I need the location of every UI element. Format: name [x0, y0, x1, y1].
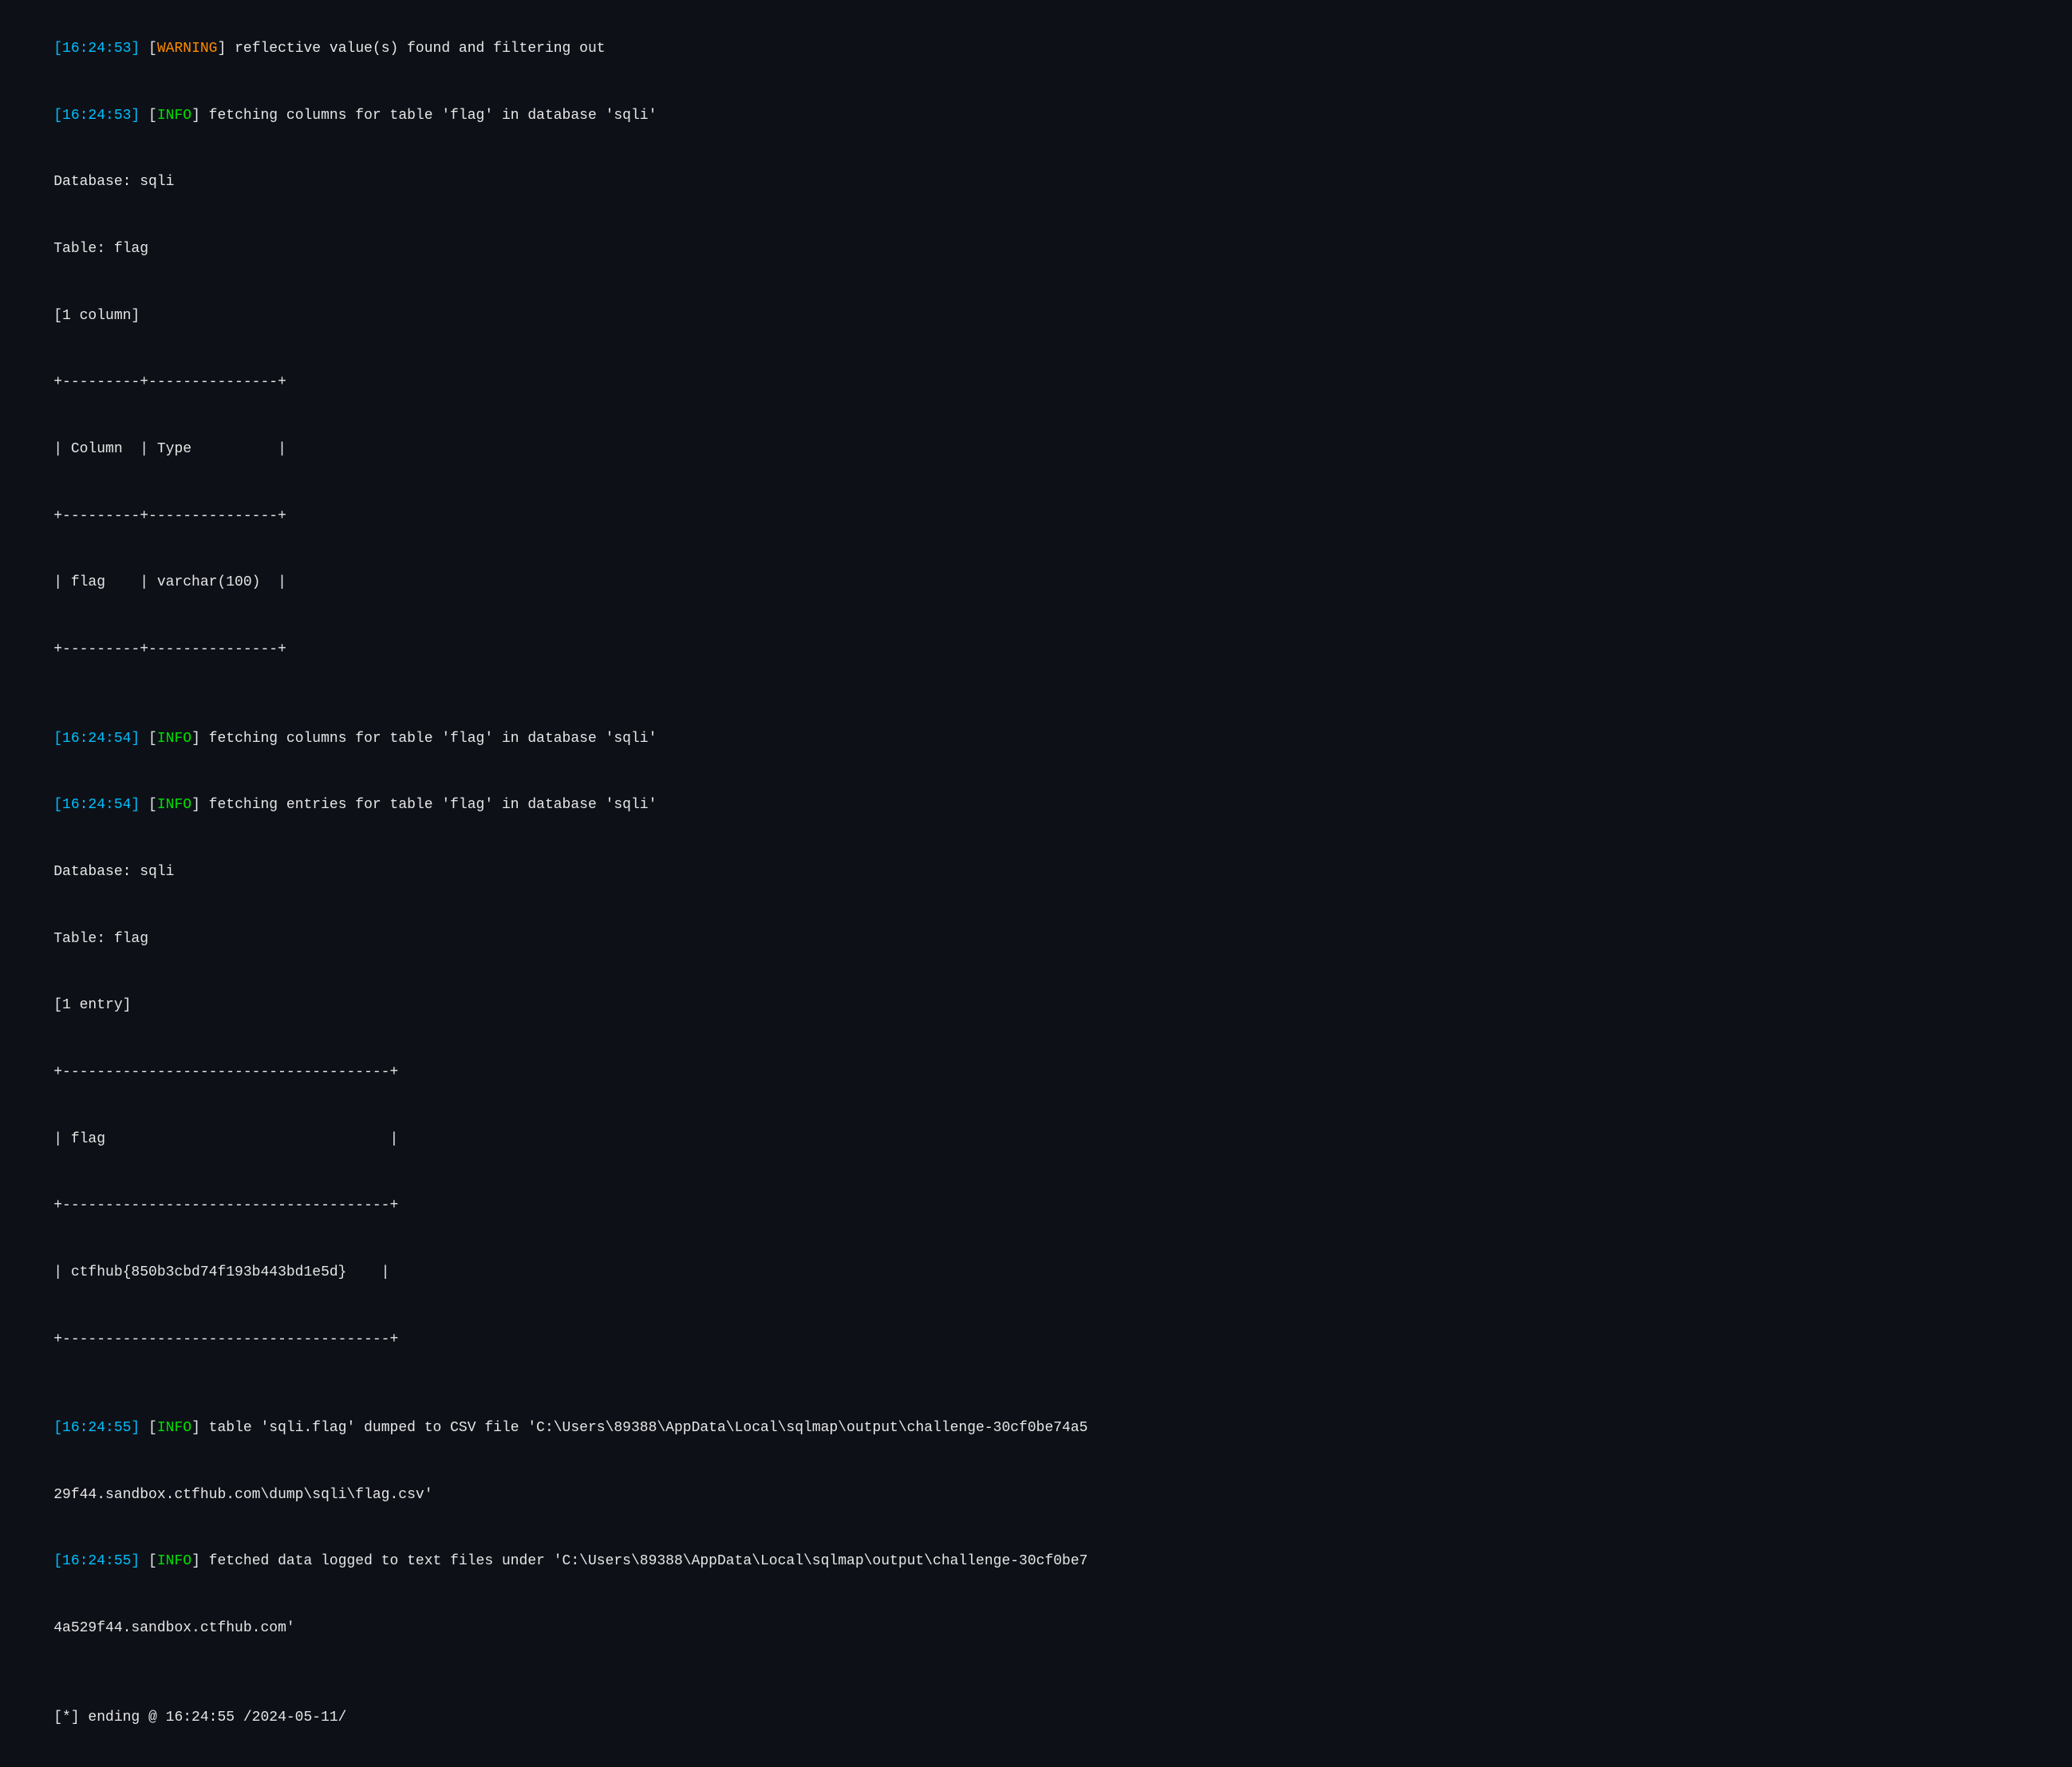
line-13: Database: sqli — [19, 839, 2053, 906]
text2-border-3: +--------------------------------------+ — [53, 1331, 398, 1347]
text2-row-1: | ctfhub{850b3cbd74f193b443bd1e5d} | — [53, 1264, 389, 1280]
text-border-3: +---------+---------------+ — [53, 641, 286, 657]
text-row-1: | flag | varchar(100) | — [53, 574, 286, 590]
table2-row-1: | ctfhub{850b3cbd74f193b443bd1e5d} | — [19, 1240, 2053, 1307]
text-22b: ] fetched data logged to text files unde… — [191, 1553, 1087, 1569]
level-info-11: INFO — [157, 731, 191, 747]
text-1a: [ — [140, 41, 157, 57]
text-14: Table: flag — [53, 931, 148, 947]
table-border-2: +---------+---------------+ — [19, 483, 2053, 550]
text-1b: ] reflective value(s) found and filterin… — [217, 41, 605, 57]
table-border-1: +---------+---------------+ — [19, 349, 2053, 416]
line-5: [1 column] — [19, 283, 2053, 350]
line-11: [16:24:54] [INFO] fetching columns for t… — [19, 706, 2053, 773]
table-row-1: | flag | varchar(100) | — [19, 550, 2053, 617]
line-21: [16:24:55] [INFO] table 'sqli.flag' dump… — [19, 1395, 2053, 1462]
level-info-2: INFO — [157, 108, 191, 124]
line-23: [*] ending @ 16:24:55 /2024-05-11/ — [19, 1685, 2053, 1752]
line-4: Table: flag — [19, 216, 2053, 283]
text-border-2: +---------+---------------+ — [53, 508, 286, 524]
text-star: [*] ending @ 16:24:55 /2024-05-11/ — [53, 1710, 346, 1726]
text2-border-2: +--------------------------------------+ — [53, 1197, 398, 1213]
text-11b: ] fetching columns for table 'flag' in d… — [191, 731, 657, 747]
timestamp-12: [16:24:54] — [53, 797, 140, 813]
text-22c: 4a529f44.sandbox.ctfhub.com' — [53, 1620, 294, 1636]
line-22-cont: 4a529f44.sandbox.ctfhub.com' — [19, 1595, 2053, 1662]
line-2: [16:24:53] [INFO] fetching columns for t… — [19, 83, 2053, 150]
table2-border-3: +--------------------------------------+ — [19, 1307, 2053, 1374]
level-info-12: INFO — [157, 797, 191, 813]
level-info-21: INFO — [157, 1420, 191, 1436]
line-14: Table: flag — [19, 906, 2053, 973]
text-11a: [ — [140, 731, 157, 747]
text-21c: 29f44.sandbox.ctfhub.com\dump\sqli\flag.… — [53, 1487, 432, 1503]
table2-border-2: +--------------------------------------+ — [19, 1173, 2053, 1240]
text-13: Database: sqli — [53, 864, 174, 880]
text-5: [1 column] — [53, 308, 140, 324]
timestamp-21: [16:24:55] — [53, 1420, 140, 1436]
timestamp-1: [16:24:53] — [53, 41, 140, 57]
text-12b: ] fetching entries for table 'flag' in d… — [191, 797, 657, 813]
text-4: Table: flag — [53, 241, 148, 257]
level-info-22: INFO — [157, 1553, 191, 1569]
text-15: [1 entry] — [53, 997, 131, 1013]
table2-border-1: +--------------------------------------+ — [19, 1039, 2053, 1106]
level-warning-1: WARNING — [157, 41, 218, 57]
line-3: Database: sqli — [19, 149, 2053, 216]
line-15: [1 entry] — [19, 972, 2053, 1039]
text-2b: ] fetching columns for table 'flag' in d… — [191, 108, 657, 124]
line-12: [16:24:54] [INFO] fetching entries for t… — [19, 772, 2053, 839]
timestamp-11: [16:24:54] — [53, 731, 140, 747]
text-21a: [ — [140, 1420, 157, 1436]
timestamp-2: [16:24:53] — [53, 108, 140, 124]
text-12a: [ — [140, 797, 157, 813]
spacer-1 — [19, 684, 2053, 706]
table2-header: | flag | — [19, 1106, 2053, 1173]
table-header: | Column | Type | — [19, 416, 2053, 483]
spacer-2 — [19, 1373, 2053, 1395]
text-3: Database: sqli — [53, 174, 174, 190]
text-border-1: +---------+---------------+ — [53, 374, 286, 390]
terminal-output: [16:24:53] [WARNING] reflective value(s)… — [19, 16, 2053, 1751]
line-21-cont: 29f44.sandbox.ctfhub.com\dump\sqli\flag.… — [19, 1462, 2053, 1529]
timestamp-22: [16:24:55] — [53, 1553, 140, 1569]
table-border-3: +---------+---------------+ — [19, 617, 2053, 684]
text2-border-1: +--------------------------------------+ — [53, 1064, 398, 1080]
text-22a: [ — [140, 1553, 157, 1569]
line-22: [16:24:55] [INFO] fetched data logged to… — [19, 1529, 2053, 1596]
text-21b: ] table 'sqli.flag' dumped to CSV file '… — [191, 1420, 1087, 1436]
line-1: [16:24:53] [WARNING] reflective value(s)… — [19, 16, 2053, 83]
text-header: | Column | Type | — [53, 441, 286, 457]
text2-header: | flag | — [53, 1131, 398, 1147]
spacer-3 — [19, 1662, 2053, 1685]
text-2a: [ — [140, 108, 157, 124]
